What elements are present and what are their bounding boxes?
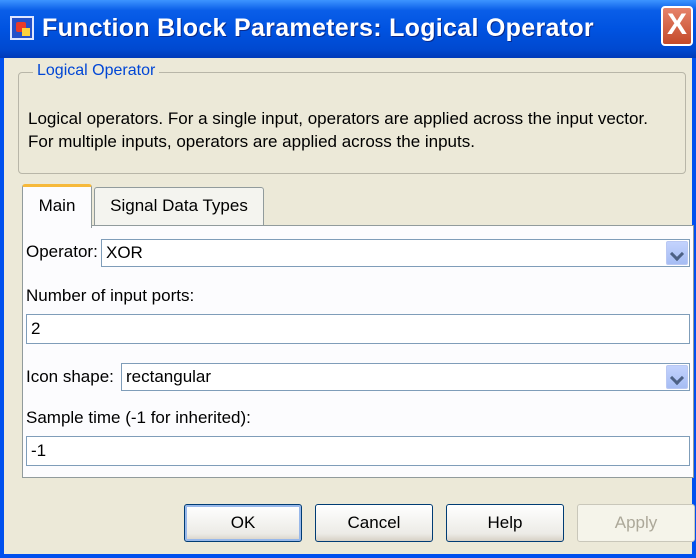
icon-shape-value: rectangular (126, 367, 212, 386)
tab-panel-main: Operator: XOR Number of input ports: 2 I… (22, 225, 694, 478)
chevron-down-icon[interactable] (666, 241, 688, 265)
description-line-2: For multiple inputs, operators are appli… (28, 132, 475, 151)
groupbox-legend: Logical Operator (33, 62, 160, 80)
description-groupbox: Logical Operator Logical operators. For … (18, 62, 686, 174)
apply-button[interactable]: Apply (577, 504, 695, 542)
cancel-button[interactable]: Cancel (315, 504, 433, 542)
block-description: Logical operators. For a single input, o… (28, 107, 683, 153)
tab-strip: Main Signal Data Types (22, 184, 694, 228)
dialog-window: Function Block Parameters: Logical Opera… (0, 0, 696, 558)
icon-shape-label: Icon shape: (26, 367, 114, 386)
simulink-block-icon (10, 16, 34, 40)
tab-signal-data-types[interactable]: Signal Data Types (94, 187, 264, 226)
tab-main[interactable]: Main (22, 184, 92, 228)
title-bar[interactable]: Function Block Parameters: Logical Opera… (0, 0, 696, 58)
ok-button[interactable]: OK (184, 504, 302, 542)
window-title: Function Block Parameters: Logical Opera… (42, 14, 594, 42)
close-icon[interactable]: X (661, 6, 693, 46)
operator-label: Operator: (26, 242, 98, 261)
help-button[interactable]: Help (446, 504, 564, 542)
operator-value: XOR (106, 243, 143, 262)
num-inputs-label: Number of input ports: (26, 286, 195, 305)
sample-time-label: Sample time (-1 for inherited): (26, 408, 251, 427)
icon-shape-select[interactable]: rectangular (121, 363, 690, 391)
operator-select[interactable]: XOR (101, 239, 690, 267)
chevron-down-icon[interactable] (666, 365, 688, 389)
sample-time-field[interactable]: -1 (26, 436, 690, 466)
num-inputs-field[interactable]: 2 (26, 314, 690, 344)
description-line-1: Logical operators. For a single input, o… (28, 109, 648, 128)
